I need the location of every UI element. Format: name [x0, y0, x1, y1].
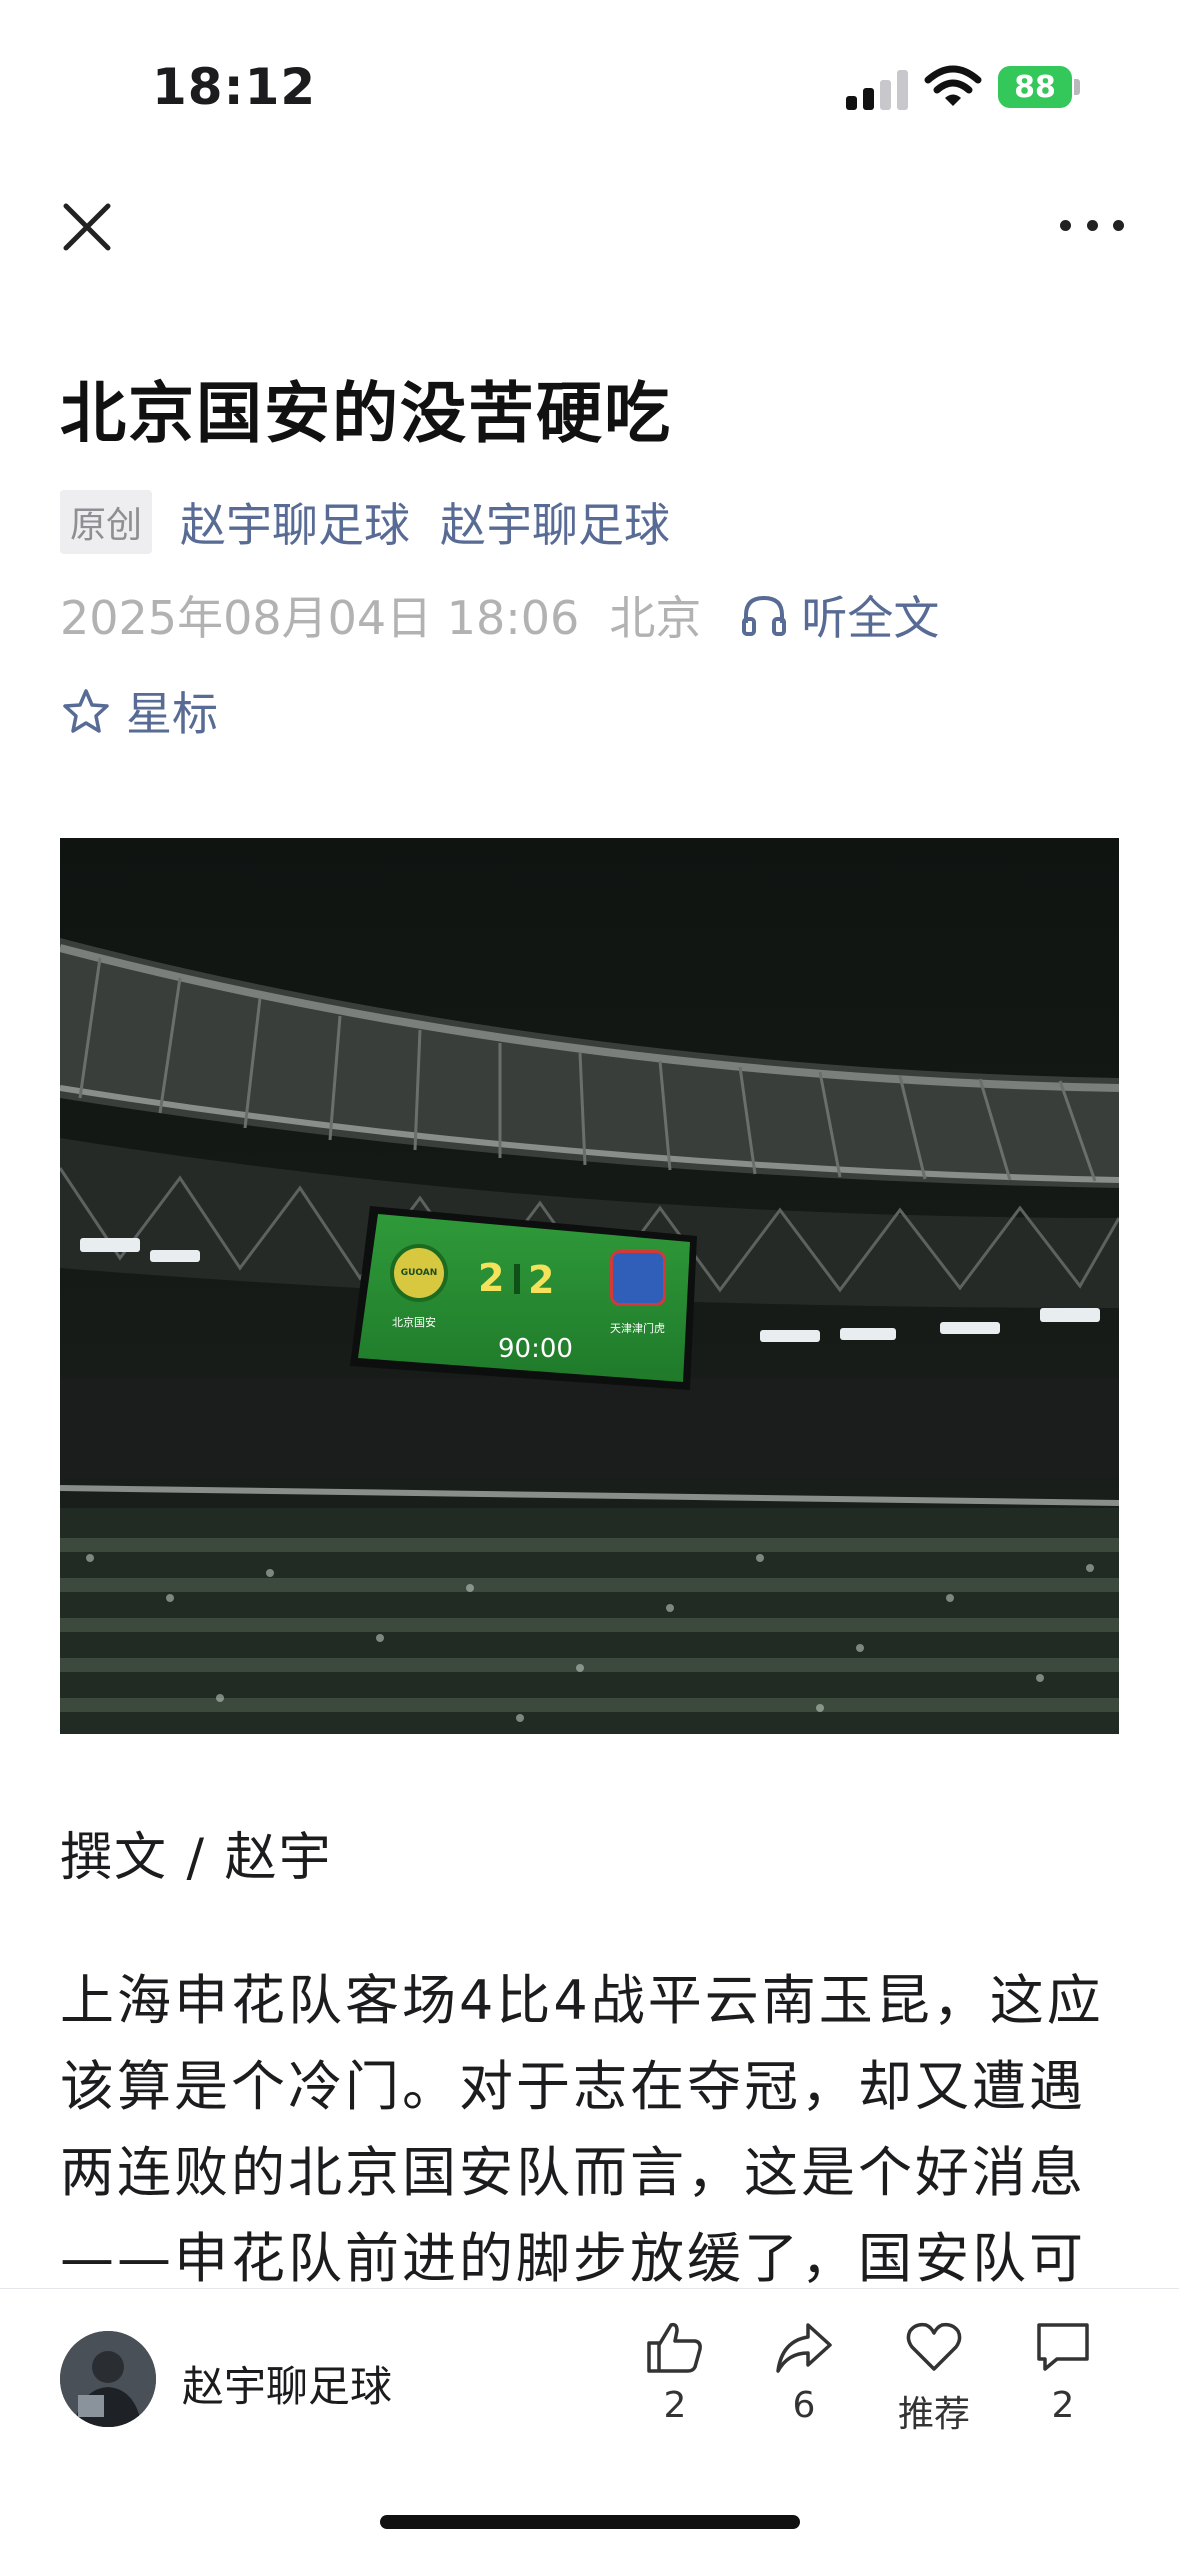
date-row: 2025年08月04日 18:06 北京 听全文 — [60, 585, 939, 645]
share-button[interactable]: 6 — [749, 2319, 859, 2426]
comment-button[interactable]: 2 — [1008, 2319, 1118, 2426]
home-team-badge-text: GUOAN — [400, 1268, 438, 1278]
account-link[interactable]: 赵宇聊足球 — [440, 489, 670, 555]
score-separator — [514, 1264, 520, 1294]
body-line: 上海申花队客场4比4战平云南玉昆，这应 — [60, 1969, 1104, 2032]
battery-level: 88 — [1014, 69, 1056, 105]
byline: 撰文 / 赵宇 — [60, 1828, 333, 1888]
publish-date: 2025年08月04日 18:06 — [60, 591, 580, 645]
thumbs-up-icon — [647, 2322, 702, 2373]
bottom-bar: 赵宇聊足球 2 6 推荐 2 — [0, 2288, 1179, 2556]
body-line: 该算是个冷门。对于志在夺冠，却又遭遇 — [60, 2055, 1086, 2118]
like-count: 2 — [663, 2385, 687, 2426]
away-score: 2 — [528, 1258, 555, 1302]
status-time: 18:12 — [152, 58, 317, 116]
battery-cap — [1074, 79, 1080, 95]
share-count: 6 — [792, 2385, 816, 2426]
headphones-icon — [742, 595, 787, 636]
avatar[interactable] — [60, 2331, 156, 2427]
like-button[interactable]: 2 — [620, 2319, 730, 2426]
home-team-crest: GUOAN — [390, 1244, 448, 1302]
publish-location: 北京 — [609, 591, 702, 645]
match-clock: 90:00 — [498, 1334, 573, 1364]
article-body: 上海申花队客场4比4战平云南玉昆，这应 该算是个冷门。对于志在夺冠，却又遭遇 两… — [60, 1958, 1119, 2302]
comment-count: 2 — [1051, 2385, 1075, 2426]
stadium-photo: GUOAN 2 2 北京国安 天津津门虎 90:00 — [60, 838, 1119, 1734]
home-indicator[interactable] — [380, 2515, 800, 2529]
close-icon[interactable] — [60, 200, 114, 254]
wifi-icon — [924, 65, 982, 106]
home-team-name: 北京国安 — [392, 1316, 436, 1329]
share-icon — [776, 2323, 832, 2373]
comment-icon — [1037, 2323, 1089, 2371]
recommend-button[interactable]: 推荐 — [879, 2319, 989, 2437]
home-score: 2 — [478, 1256, 505, 1300]
battery-icon: 88 — [998, 66, 1072, 108]
original-badge: 原创 — [60, 490, 153, 554]
listen-label: 听全文 — [801, 591, 940, 645]
more-icon[interactable] — [1060, 210, 1124, 240]
body-line: 两连败的北京国安队而言，这是个好消息 — [60, 2141, 1086, 2204]
heart-icon — [906, 2322, 962, 2371]
author-row: 原创 赵宇聊足球 赵宇聊足球 — [60, 490, 700, 554]
scoreboard: GUOAN 2 2 北京国安 天津津门虎 90:00 — [378, 1214, 690, 1384]
away-team-crest — [610, 1250, 666, 1306]
signal-icon — [846, 70, 908, 110]
article-title: 北京国安的没苦硬吃 — [60, 375, 672, 452]
recommend-label: 推荐 — [897, 2394, 970, 2435]
account-name[interactable]: 赵宇聊足球 — [182, 2353, 392, 2414]
away-team-name: 天津津门虎 — [610, 1322, 665, 1335]
author-link[interactable]: 赵宇聊足球 — [180, 489, 410, 555]
listen-button[interactable]: 听全文 — [741, 582, 939, 648]
star-label: 星标 — [126, 687, 218, 741]
star-icon — [63, 689, 109, 733]
star-button[interactable]: 星标 — [62, 678, 218, 744]
